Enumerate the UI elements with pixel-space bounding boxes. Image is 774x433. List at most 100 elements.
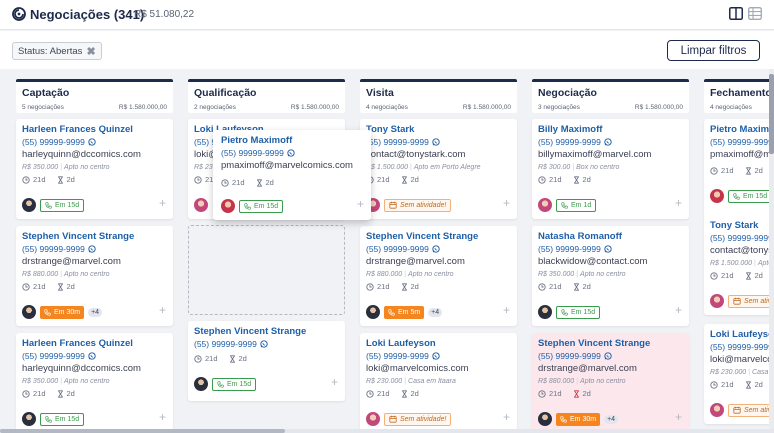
close-icon[interactable]: ✖ xyxy=(86,45,95,58)
scrollbar-thumb[interactable] xyxy=(769,74,774,154)
card-name[interactable]: Natasha Romanoff xyxy=(538,231,622,242)
drop-placeholder[interactable] xyxy=(188,225,345,315)
activity-badge[interactable]: Em 15d xyxy=(212,377,257,391)
card-phone[interactable]: (55) 99999-9999 xyxy=(366,244,440,254)
whatsapp-icon[interactable] xyxy=(287,149,295,157)
card-phone[interactable]: (55) 99999-9999 xyxy=(22,137,96,147)
activity-badge[interactable]: Sem atividade! xyxy=(384,198,452,212)
activity-badge[interactable]: Em 30m xyxy=(40,305,85,319)
card-name[interactable]: Pietro Maximoff xyxy=(710,124,774,135)
plus-icon[interactable]: + xyxy=(331,375,338,389)
activity-badge[interactable]: Em 5m xyxy=(384,305,425,319)
activity-badge[interactable]: Em 30m xyxy=(556,412,601,426)
deal-card[interactable]: Stephen Vincent Strange (55) 99999-9999 dr… xyxy=(360,226,517,326)
plus-icon[interactable]: + xyxy=(503,410,510,424)
deal-card[interactable]: Tony Stark (55) 99999-9999 contact@tonysta… xyxy=(704,215,774,315)
card-phone[interactable]: (55) 99999-9999 xyxy=(22,244,96,254)
avatar[interactable] xyxy=(366,305,380,319)
plus-icon[interactable]: + xyxy=(503,196,510,210)
plus-icon[interactable]: + xyxy=(503,303,510,317)
card-name[interactable]: Tony Stark xyxy=(366,124,414,135)
card-name[interactable]: Stephen Vincent Strange xyxy=(366,231,478,242)
activity-badge[interactable]: Em 15d xyxy=(728,189,773,203)
card-phone[interactable]: (55) 99999-9999 xyxy=(221,148,295,158)
card-name[interactable]: Stephen Vincent Strange xyxy=(538,338,650,349)
whatsapp-icon[interactable] xyxy=(88,245,96,253)
card-name[interactable]: Stephen Vincent Strange xyxy=(22,231,134,242)
more-activities-count[interactable]: +4 xyxy=(604,414,619,424)
avatar[interactable] xyxy=(366,412,380,426)
activity-badge[interactable]: Sem atividade! xyxy=(728,294,774,308)
avatar[interactable] xyxy=(22,412,36,426)
card-phone[interactable]: (55) 99999-9999 xyxy=(538,244,612,254)
card-phone[interactable]: (55) 99999-9999 xyxy=(538,351,612,361)
card-phone[interactable]: (55) 99999-9999 xyxy=(366,137,440,147)
deal-card[interactable]: Pietro Maximoff (55) 99999-9999 pmaximoff@… xyxy=(704,119,774,219)
avatar[interactable] xyxy=(538,198,552,212)
plus-icon[interactable]: + xyxy=(675,303,682,317)
deal-card[interactable]: Stephen Vincent Strange (55) 99999-9999 21… xyxy=(188,321,345,401)
deal-card[interactable]: Harleen Frances Quinzel (55) 99999-9999 ha… xyxy=(16,333,173,429)
clear-filters-button[interactable]: Limpar filtros xyxy=(667,40,760,61)
avatar[interactable] xyxy=(194,377,208,391)
more-activities-count[interactable]: +4 xyxy=(88,307,103,317)
whatsapp-icon[interactable] xyxy=(604,245,612,253)
card-name[interactable]: Tony Stark xyxy=(710,220,758,231)
activity-badge[interactable]: Em 15d xyxy=(40,412,85,426)
whatsapp-icon[interactable] xyxy=(604,138,612,146)
deal-card[interactable]: Loki Laufeyson (55) 99999-9999 loki@marvel… xyxy=(704,324,774,424)
card-phone[interactable]: (55) 99999-9999 xyxy=(22,351,96,361)
card-phone[interactable]: (55) 99999-9999 xyxy=(366,351,440,361)
avatar[interactable] xyxy=(22,198,36,212)
plus-icon[interactable]: + xyxy=(159,410,166,424)
deal-card[interactable]: Natasha Romanoff (55) 99999-9999 blackwido… xyxy=(532,226,689,326)
scrollbar-thumb[interactable] xyxy=(0,429,285,433)
avatar[interactable] xyxy=(538,305,552,319)
horizontal-scrollbar[interactable] xyxy=(0,429,774,433)
whatsapp-icon[interactable] xyxy=(432,245,440,253)
activity-badge[interactable]: Em 15d xyxy=(239,199,284,213)
activity-badge[interactable]: Em 1d xyxy=(556,198,597,212)
whatsapp-icon[interactable] xyxy=(88,138,96,146)
card-phone[interactable]: (55) 99999-9999 xyxy=(194,339,268,349)
vertical-scrollbar[interactable] xyxy=(769,69,774,429)
whatsapp-icon[interactable] xyxy=(88,352,96,360)
whatsapp-icon[interactable] xyxy=(432,138,440,146)
card-name[interactable]: Pietro Maximoff xyxy=(221,135,292,146)
card-phone[interactable]: (55) 99999-9999 xyxy=(710,233,774,243)
card-phone[interactable]: (55) 99999-9999 xyxy=(710,137,774,147)
plus-icon[interactable]: + xyxy=(675,196,682,210)
deal-card[interactable]: Loki Laufeyson (55) 99999-9999 loki@marvel… xyxy=(360,333,517,429)
deal-card[interactable]: Harleen Frances Quinzel (55) 99999-9999 ha… xyxy=(16,119,173,219)
plus-icon[interactable]: + xyxy=(159,303,166,317)
avatar[interactable] xyxy=(22,305,36,319)
deal-card[interactable]: Stephen Vincent Strange (55) 99999-9999 dr… xyxy=(532,333,689,429)
avatar[interactable] xyxy=(194,198,208,212)
activity-badge[interactable]: Em 15d xyxy=(556,305,601,319)
board-view-icon[interactable] xyxy=(729,7,743,20)
avatar[interactable] xyxy=(221,199,235,213)
deal-card[interactable]: Stephen Vincent Strange (55) 99999-9999 dr… xyxy=(16,226,173,326)
avatar[interactable] xyxy=(710,403,724,417)
list-view-icon[interactable] xyxy=(748,7,762,20)
avatar[interactable] xyxy=(538,412,552,426)
avatar[interactable] xyxy=(710,294,724,308)
card-phone[interactable]: (55) 99999-9999 xyxy=(538,137,612,147)
plus-icon[interactable]: + xyxy=(357,197,364,211)
activity-badge[interactable]: Sem atividade! xyxy=(728,403,774,417)
card-name[interactable]: Loki Laufeyson xyxy=(710,329,774,340)
plus-icon[interactable]: + xyxy=(675,410,682,424)
deal-card[interactable]: Billy Maximoff (55) 99999-9999 billymaximo… xyxy=(532,119,689,219)
card-name[interactable]: Harleen Frances Quinzel xyxy=(22,338,133,349)
more-activities-count[interactable]: +4 xyxy=(428,307,443,317)
card-name[interactable]: Stephen Vincent Strange xyxy=(194,326,306,337)
activity-badge[interactable]: Em 15d xyxy=(40,198,85,212)
card-name[interactable]: Billy Maximoff xyxy=(538,124,602,135)
card-phone[interactable]: (55) 99999-9999 xyxy=(710,342,774,352)
whatsapp-icon[interactable] xyxy=(260,340,268,348)
status-filter-chip[interactable]: Status: Abertas ✖ xyxy=(12,42,102,60)
deal-card[interactable]: Tony Stark (55) 99999-9999 contact@tonysta… xyxy=(360,119,517,219)
avatar[interactable] xyxy=(710,189,724,203)
activity-badge[interactable]: Sem atividade! xyxy=(384,412,452,426)
whatsapp-icon[interactable] xyxy=(432,352,440,360)
